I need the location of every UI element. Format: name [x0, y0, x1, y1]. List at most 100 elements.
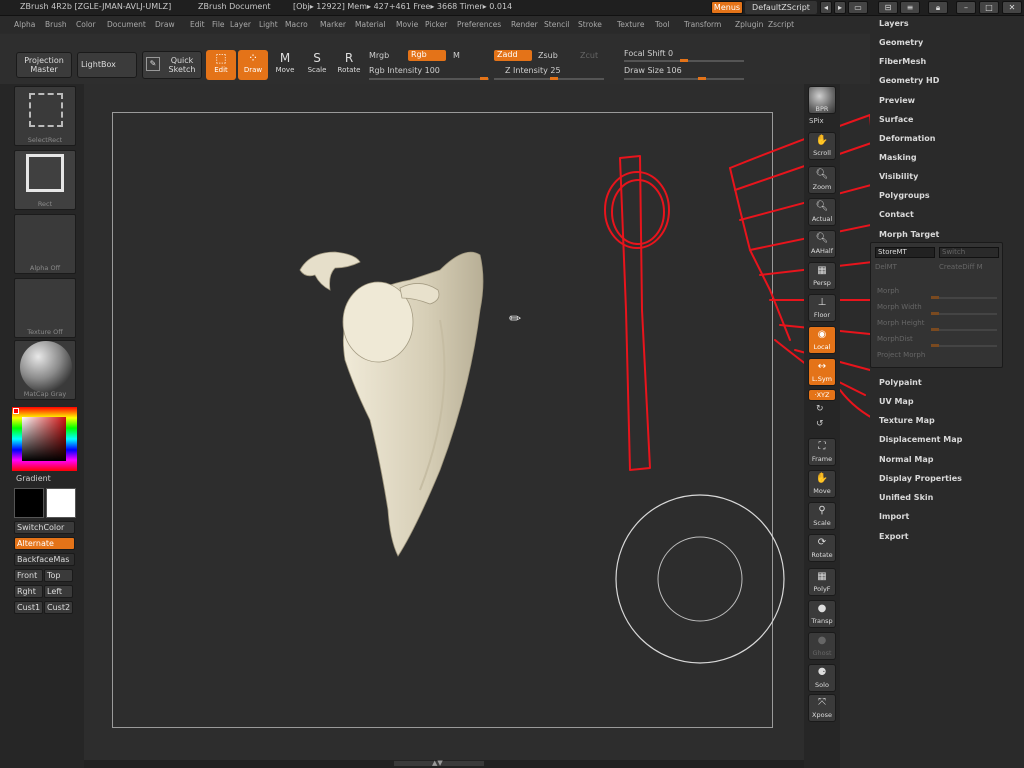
lightbox-button[interactable]: LightBox [77, 52, 137, 78]
palette-item[interactable]: UV Map [879, 397, 914, 406]
draw-size-track[interactable] [624, 77, 744, 80]
right-view-button[interactable]: Rght [14, 585, 43, 598]
menu-item[interactable]: Material [355, 20, 385, 29]
morph-width-slider[interactable]: Morph Width [877, 303, 922, 311]
palette-item[interactable]: Polygroups [879, 191, 930, 200]
palette-item[interactable]: Display Properties [879, 474, 962, 483]
scale-button[interactable]: S Scale [302, 50, 332, 80]
left-view-button[interactable]: Left [44, 585, 73, 598]
palette-item[interactable]: Geometry [879, 38, 923, 47]
draw-button[interactable]: ⁘ Draw [238, 50, 268, 80]
layout-icon[interactable]: ⊟ [878, 1, 898, 14]
menu-item[interactable]: Layer [230, 20, 251, 29]
rgb-intensity-slider[interactable]: Rgb Intensity 100 [369, 66, 440, 75]
morph-dist-knob[interactable] [931, 344, 939, 347]
focal-shift-knob[interactable] [680, 59, 688, 62]
morph-slider[interactable]: Morph [877, 287, 899, 295]
rotate-view-button[interactable]: ⟳ Rotate [808, 534, 836, 562]
front-view-button[interactable]: Front [14, 569, 43, 582]
menu-item[interactable]: Preferences [457, 20, 501, 29]
morph-dist-slider[interactable]: MorphDist [877, 335, 913, 343]
zadd-toggle[interactable]: Zadd [494, 50, 532, 61]
switch-color-button[interactable]: SwitchColor [14, 521, 75, 534]
menu-item[interactable]: Tool [655, 20, 670, 29]
switch-button[interactable]: Switch [939, 247, 999, 258]
scale-view-button[interactable]: ⚲ Scale [808, 502, 836, 530]
store-mt-button[interactable]: StoreMT [875, 247, 935, 258]
collapse-arrow-icon[interactable]: ▲▼ [432, 759, 443, 767]
palette-item[interactable]: Masking [879, 153, 917, 162]
move-button[interactable]: M Move [270, 50, 300, 80]
rotate-axis-icon[interactable]: ↻ [816, 404, 824, 414]
menu-item[interactable]: Brush [45, 20, 67, 29]
menu-item[interactable]: Picker [425, 20, 447, 29]
alternate-button[interactable]: Alternate [14, 537, 75, 550]
prev-arrow-icon[interactable]: ◂ [820, 1, 832, 14]
transp-button[interactable]: ● Transp [808, 600, 836, 628]
scapula-model[interactable] [290, 240, 500, 570]
aahalf-button[interactable]: 🔍︎ AAHalf [808, 230, 836, 258]
ghost-button[interactable]: ● Ghost [808, 632, 836, 660]
menu-item[interactable]: Alpha [14, 20, 35, 29]
menu-item[interactable]: Marker [320, 20, 346, 29]
palette-item[interactable]: Export [879, 532, 909, 541]
project-morph-button[interactable]: Project Morph [877, 351, 925, 359]
mrgb-toggle[interactable]: Mrgb [369, 51, 389, 60]
secondary-color-swatch[interactable] [46, 488, 76, 518]
floor-button[interactable]: ⊥ Floor [808, 294, 836, 322]
frame-button[interactable]: ⛶ Frame [808, 438, 836, 466]
move-view-button[interactable]: ✋ Move [808, 470, 836, 498]
menu-item[interactable]: Macro [285, 20, 308, 29]
alpha-off[interactable]: Alpha Off [14, 214, 76, 274]
menu-item[interactable]: Stencil [544, 20, 569, 29]
menu-item[interactable]: Transform [684, 20, 721, 29]
gradient-label[interactable]: Gradient [16, 474, 51, 483]
palette-item[interactable]: Layers [879, 19, 909, 28]
draw-size-knob[interactable] [698, 77, 706, 80]
focal-shift-track[interactable] [624, 59, 744, 62]
default-zscript-button[interactable]: DefaultZScript [745, 1, 817, 14]
lock-icon[interactable]: 🔒︎ [928, 1, 948, 14]
palette-item[interactable]: Preview [879, 96, 915, 105]
next-arrow-icon[interactable]: ▸ [834, 1, 846, 14]
menus-button[interactable]: Menus [711, 1, 743, 14]
polyf-button[interactable]: ▦ PolyF [808, 568, 836, 596]
xyz-button[interactable]: ·XYZ [808, 389, 836, 401]
palette-item[interactable]: Contact [879, 210, 914, 219]
m-toggle[interactable]: M [453, 51, 460, 60]
menu-item[interactable]: Texture [617, 20, 644, 29]
palette-item[interactable]: Surface [879, 115, 913, 124]
rotate-free-icon[interactable]: ↺ [816, 419, 824, 429]
minimize-icon[interactable]: – [956, 1, 976, 14]
backface-mask-button[interactable]: BackfaceMas [14, 553, 75, 566]
menu-item[interactable]: Movie [396, 20, 418, 29]
draw-size-slider[interactable]: Draw Size 106 [624, 66, 682, 75]
menu-item[interactable]: Draw [155, 20, 175, 29]
menu-icon[interactable]: ≡ [900, 1, 920, 14]
z-intensity-knob[interactable] [550, 77, 558, 80]
palette-item[interactable]: Visibility [879, 172, 918, 181]
rotate-button[interactable]: R Rotate [334, 50, 364, 80]
rgb-intensity-knob[interactable] [480, 77, 488, 80]
menu-item[interactable]: Color [76, 20, 96, 29]
palette-toggle-icon[interactable]: ▭ [848, 1, 868, 14]
palette-item[interactable]: Texture Map [879, 416, 935, 425]
solo-button[interactable]: ⚈ Solo [808, 664, 836, 692]
palette-item[interactable]: Polypaint [879, 378, 922, 387]
spix-setting[interactable]: SPix [809, 117, 824, 125]
focal-shift-slider[interactable]: Focal Shift 0 [624, 49, 673, 58]
custom-view-2-button[interactable]: Cust2 [44, 601, 73, 614]
palette-item[interactable]: FiberMesh [879, 57, 926, 66]
menu-item[interactable]: File [212, 20, 225, 29]
menu-item[interactable]: Document [107, 20, 146, 29]
palette-item[interactable]: Displacement Map [879, 435, 962, 444]
local-button[interactable]: ◉ Local [808, 326, 836, 354]
quick-sketch-button[interactable]: ✎ Quick Sketch [142, 51, 202, 79]
morph-width-knob[interactable] [931, 312, 939, 315]
morph-dist-track[interactable] [931, 344, 997, 347]
material-matcap-gray[interactable]: MatCap Gray [14, 340, 76, 400]
rgb-toggle[interactable]: Rgb [408, 50, 446, 61]
morph-height-knob[interactable] [931, 328, 939, 331]
top-view-button[interactable]: Top [44, 569, 73, 582]
z-intensity-slider[interactable]: Z Intensity 25 [505, 66, 561, 75]
